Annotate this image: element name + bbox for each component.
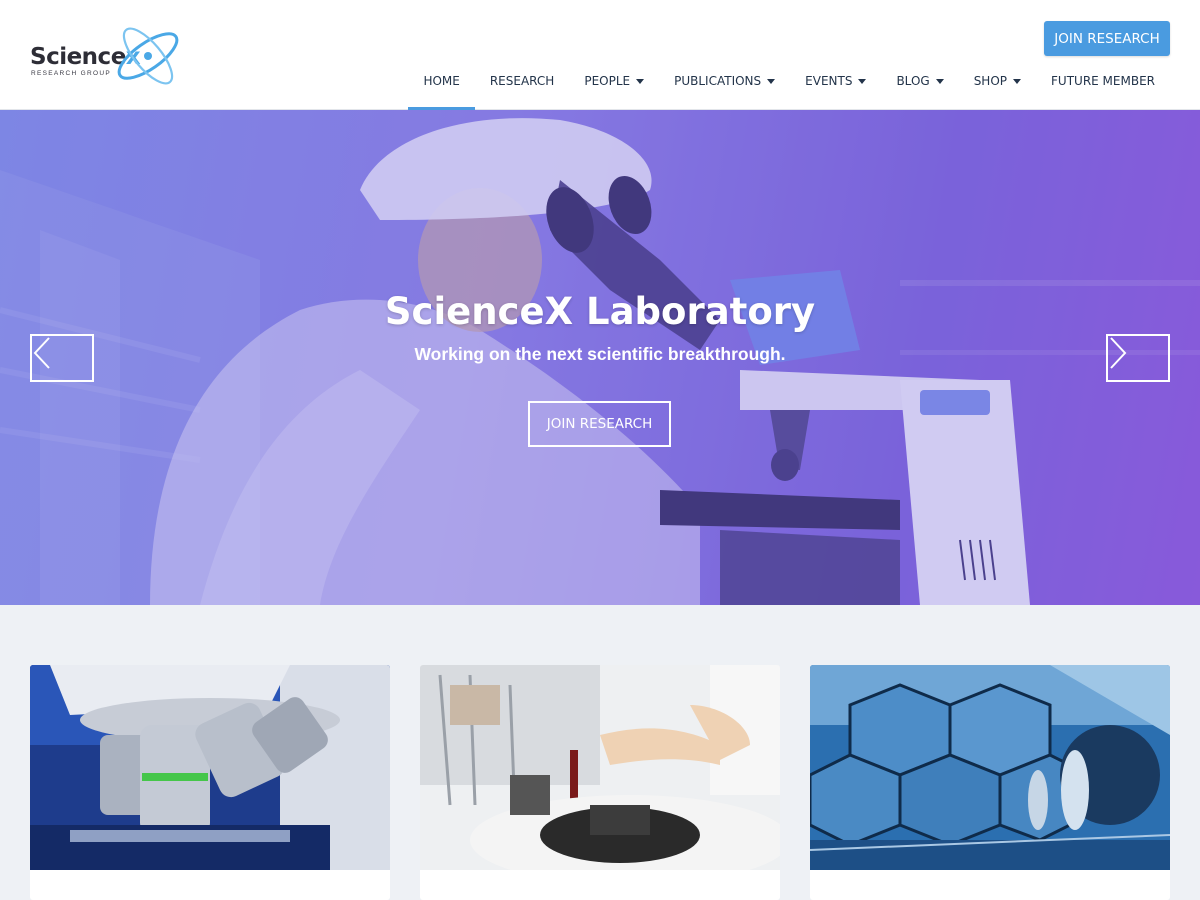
slider-next-button[interactable] bbox=[1106, 334, 1170, 382]
nav-item-blog[interactable]: BLOG bbox=[881, 68, 958, 110]
feature-card[interactable] bbox=[420, 665, 780, 900]
feature-card[interactable] bbox=[30, 665, 390, 900]
slider-prev-button[interactable] bbox=[30, 334, 94, 382]
chevron-down-icon bbox=[636, 79, 645, 84]
nav-item-shop[interactable]: SHOP bbox=[959, 68, 1036, 110]
lab-centrifuge-image bbox=[420, 665, 780, 870]
hero-title: ScienceX Laboratory bbox=[384, 290, 816, 333]
main-nav: HOME RESEARCH PEOPLE PUBLICATIONS EVENTS… bbox=[408, 68, 1170, 110]
hero-subtitle: Working on the next scientific breakthro… bbox=[414, 344, 786, 364]
feature-cards bbox=[30, 665, 1170, 900]
hero-slider: ScienceX Laboratory Working on the next … bbox=[0, 110, 1200, 605]
brand-logo[interactable]: Sciencex RESEARCH GROUP bbox=[28, 18, 188, 94]
join-research-header-button[interactable]: JOIN RESEARCH bbox=[1044, 21, 1170, 56]
chevron-down-icon bbox=[935, 79, 944, 84]
nav-item-events[interactable]: EVENTS bbox=[790, 68, 881, 110]
nav-item-people[interactable]: PEOPLE bbox=[569, 68, 659, 110]
telescope-mirror-image bbox=[810, 665, 1170, 870]
atom-orbit-icon bbox=[117, 27, 179, 85]
chevron-down-icon bbox=[1013, 79, 1022, 84]
nav-item-home[interactable]: HOME bbox=[408, 68, 476, 110]
nav-item-research[interactable]: RESEARCH bbox=[475, 68, 569, 110]
chevron-left-icon bbox=[33, 337, 50, 369]
feature-card[interactable] bbox=[810, 665, 1170, 900]
chevron-down-icon bbox=[858, 79, 867, 84]
microscope-image bbox=[30, 665, 390, 870]
site-header: Sciencex RESEARCH GROUP JOIN RESEARCH HO… bbox=[0, 0, 1200, 110]
nav-item-future-member[interactable]: FUTURE MEMBER bbox=[1036, 68, 1170, 110]
chevron-down-icon bbox=[767, 79, 776, 84]
join-research-hero-button[interactable]: JOIN RESEARCH bbox=[528, 401, 671, 447]
logo-tagline: RESEARCH GROUP bbox=[31, 70, 111, 77]
nav-item-publications[interactable]: PUBLICATIONS bbox=[659, 68, 790, 110]
chevron-right-icon bbox=[1110, 337, 1127, 369]
